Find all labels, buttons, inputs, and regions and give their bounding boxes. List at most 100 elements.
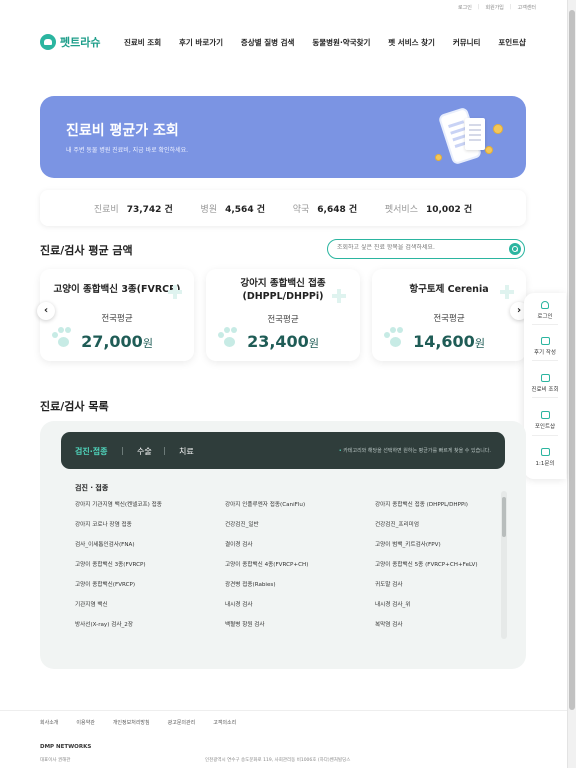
list-item[interactable]: 광견병 접종(Rabies) bbox=[225, 581, 375, 597]
divider bbox=[532, 324, 558, 325]
divider: | bbox=[163, 446, 166, 455]
footer-divider bbox=[0, 710, 567, 711]
footer-link-feedback[interactable]: 고객의소리 bbox=[213, 719, 236, 726]
list-item[interactable]: 강아지 코로나 장염 접종 bbox=[75, 521, 225, 537]
list-item[interactable]: 건강검진_프리미엄 bbox=[375, 521, 493, 537]
receipt-illustration bbox=[465, 118, 485, 150]
stat-value: 6,648 건 bbox=[317, 204, 358, 215]
footer-link-about[interactable]: 회사소개 bbox=[40, 719, 58, 726]
list-item[interactable]: 복막염 검사 bbox=[375, 621, 493, 637]
logo-dog-icon bbox=[40, 34, 56, 50]
banner-title: 진료비 평균가 조회 bbox=[66, 123, 179, 139]
list-item[interactable]: 강아지 종합백신 접종 (DHPPL/DHPPi) bbox=[375, 501, 493, 517]
list-item[interactable]: 고양이 범백_키트검사(FPV) bbox=[375, 541, 493, 557]
treatment-grid: 강아지 기관지염 백신(켄넬코프) 접종 강아지 인플루엔자 접종(CaniFl… bbox=[75, 501, 507, 637]
price-card[interactable]: 항구토제 Cerenia 전국평균 14,600원 bbox=[372, 269, 526, 361]
stat-pharmacy: 약국 6,648 건 bbox=[293, 202, 357, 215]
medical-cross-icon bbox=[168, 285, 182, 299]
footer-link-ads[interactable]: 광고문의관리 bbox=[168, 719, 196, 726]
shop-icon bbox=[540, 411, 550, 419]
quick-review[interactable]: 후기 작성 bbox=[524, 337, 566, 356]
nav-item-hospital[interactable]: 동물병원·약국찾기 bbox=[312, 37, 370, 48]
stat-pet-service: 펫서비스 10,002 건 bbox=[385, 202, 472, 215]
logo[interactable]: 펫트라슈 bbox=[40, 34, 120, 50]
list-item[interactable]: 강아지 기관지염 백신(켄넬코프) 접종 bbox=[75, 501, 225, 517]
signup-link[interactable]: 회원가입 bbox=[486, 4, 504, 11]
divider bbox=[532, 397, 558, 398]
category-tabs: 검진·접종 | 수술 | 치료 카테고리와 해당을 선택하면 원하는 평균가를 … bbox=[61, 432, 505, 469]
tab-surgery[interactable]: 수술 bbox=[137, 446, 152, 457]
treatment-list-panel: 검진·접종 | 수술 | 치료 카테고리와 해당을 선택하면 원하는 평균가를 … bbox=[40, 421, 526, 669]
footer-ceo: 대표이사 권해관 bbox=[40, 758, 71, 763]
list-item[interactable]: 고양이 종합백신 3종(FVRCP) bbox=[75, 561, 225, 577]
divider: | bbox=[509, 4, 512, 10]
stat-hospital: 병원 4,564 건 bbox=[201, 202, 265, 215]
stat-label: 펫서비스 bbox=[384, 204, 418, 215]
footer-link-terms[interactable]: 이용약관 bbox=[76, 719, 94, 726]
list-item[interactable]: 내시경 검사 bbox=[225, 601, 375, 617]
tab-checkup[interactable]: 검진·접종 bbox=[75, 446, 107, 457]
card-subtitle: 전국평균 bbox=[267, 315, 299, 325]
list-scrollbar-thumb[interactable] bbox=[502, 497, 506, 537]
list-item[interactable]: 고양이 종합백신 5종 (FVRCP+CH+FeLV) bbox=[375, 561, 493, 577]
banner-subtitle: 내 주변 동물 병원 진료비, 지금 바로 확인하세요. bbox=[66, 147, 189, 154]
card-price-unit: 원 bbox=[474, 337, 485, 350]
stat-value: 73,742 건 bbox=[126, 204, 173, 215]
coin-icon bbox=[485, 146, 493, 154]
divider: | bbox=[477, 4, 480, 10]
price-card[interactable]: 고양이 종합백신 3종(FVRCP) 전국평균 27,000원 bbox=[40, 269, 194, 361]
search-icon[interactable] bbox=[509, 243, 521, 255]
list-item[interactable]: 고양이 종합백신(FVRCP) bbox=[75, 581, 225, 597]
quick-item-label: 후기 작성 bbox=[534, 350, 556, 356]
list-item[interactable]: 백혈병 항원 검사 bbox=[225, 621, 375, 637]
footer-link-privacy[interactable]: 개인정보처리방침 bbox=[113, 719, 150, 726]
stat-price: 진료비 73,742 건 bbox=[94, 202, 173, 215]
quick-login[interactable]: 로그인 bbox=[524, 301, 566, 320]
logo-text: 펫트라슈 bbox=[60, 36, 101, 49]
nav-item-pet-service[interactable]: 펫 서비스 찾기 bbox=[388, 37, 435, 48]
stat-label: 약국 bbox=[292, 204, 310, 215]
header: 펫트라슈 진료비 조회 후기 바로가기 증상별 질병 검색 동물병원·약국찾기 … bbox=[40, 30, 526, 54]
coin-icon bbox=[435, 154, 442, 161]
card-price-value: 14,600 bbox=[413, 332, 475, 351]
nav-item-community[interactable]: 커뮤니티 bbox=[453, 37, 481, 48]
divider bbox=[532, 435, 558, 436]
message-icon bbox=[540, 448, 550, 456]
list-item[interactable]: 고양이 종합백신 4종(FVRCP+CH) bbox=[225, 561, 375, 577]
list-item[interactable]: 건강검진_일반 bbox=[225, 521, 375, 537]
search-input[interactable] bbox=[337, 244, 497, 251]
divider bbox=[532, 360, 558, 361]
list-icon bbox=[540, 374, 550, 382]
footer-links: 회사소개 이용약관 개인정보처리방침 광고문의관리 고객의소리 bbox=[40, 719, 236, 726]
list-item[interactable]: 귀도말 검사 bbox=[375, 581, 493, 597]
nav-item-pointshop[interactable]: 포인트샵 bbox=[498, 37, 526, 48]
login-link[interactable]: 로그인 bbox=[458, 4, 472, 11]
list-scrollbar[interactable] bbox=[501, 491, 507, 639]
nav-item-price[interactable]: 진료비 조회 bbox=[124, 37, 161, 48]
card-price: 14,600원 bbox=[372, 332, 526, 351]
page-scrollbar-thumb[interactable] bbox=[569, 10, 575, 710]
avg-section-title: 진료/검사 평균 금액 bbox=[40, 244, 133, 257]
list-item[interactable]: 내시경 검사_위 bbox=[375, 601, 493, 617]
stat-value: 10,002 건 bbox=[425, 204, 473, 215]
list-item[interactable]: 결이경 검사 bbox=[225, 541, 375, 557]
quick-pointshop[interactable]: 포인트샵 bbox=[524, 411, 566, 430]
page-scrollbar[interactable] bbox=[567, 0, 576, 768]
list-item[interactable]: 검사_이세톱인검사(FNA) bbox=[75, 541, 225, 557]
main-nav: 진료비 조회 후기 바로가기 증상별 질병 검색 동물병원·약국찾기 펫 서비스… bbox=[124, 37, 526, 48]
quick-item-label: 1:1문의 bbox=[535, 461, 555, 467]
quick-inquiry[interactable]: 1:1문의 bbox=[524, 448, 566, 467]
quick-item-label: 진료비 조회 bbox=[531, 387, 559, 393]
customer-center-link[interactable]: 고객센터 bbox=[518, 4, 536, 11]
carousel-prev-button[interactable]: ‹ bbox=[37, 302, 55, 320]
list-item[interactable]: 기관지염 백신 bbox=[75, 601, 225, 617]
quick-price[interactable]: 진료비 조회 bbox=[524, 374, 566, 393]
list-item[interactable]: 강아지 인플루엔자 접종(CaniFlu) bbox=[225, 501, 375, 517]
price-card[interactable]: 강아지 종합백신 접종 (DHPPL/DHPPi) 전국평균 23,400원 bbox=[206, 269, 360, 361]
list-item[interactable]: 방사선(X-ray) 검사_2장 bbox=[75, 621, 225, 637]
list-group-title: 검진 · 접종 bbox=[75, 484, 109, 492]
tab-treatment[interactable]: 치료 bbox=[179, 446, 194, 457]
quick-item-label: 포인트샵 bbox=[534, 424, 556, 430]
nav-item-symptom[interactable]: 증상별 질병 검색 bbox=[241, 37, 295, 48]
nav-item-reviews[interactable]: 후기 바로가기 bbox=[179, 37, 223, 48]
